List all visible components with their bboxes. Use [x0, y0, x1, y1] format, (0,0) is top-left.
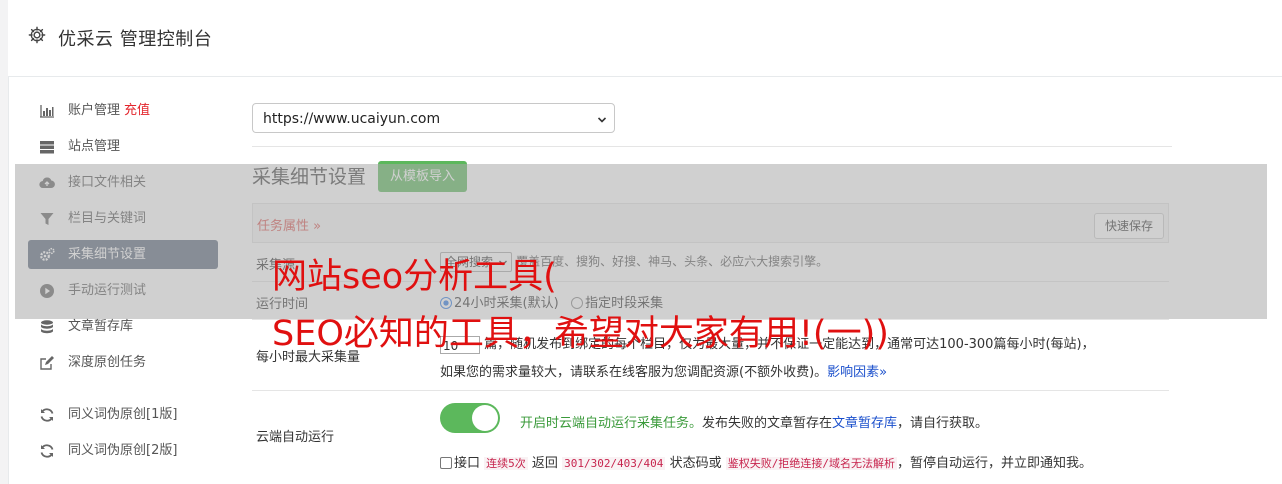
sidebar-item-account[interactable]: 账户管理 充值 [28, 96, 218, 125]
row-cloud-auto-run: 云端自动运行 开启时云端自动运行采集任务。发布失败的文章暂存在文章暂存库，请自行… [252, 390, 1169, 484]
sidebar-item-label: 站点管理 [68, 139, 121, 154]
pause-rule: 接口 连续5次 返回 301/302/403/404 状态码或 鉴权失败/拒绝连… [440, 452, 1092, 471]
section-title: 采集细节设置 [252, 166, 367, 188]
recharge-link[interactable]: 充值 [124, 103, 150, 118]
article-storage-link[interactable]: 文章暂存库 [832, 416, 897, 431]
import-template-button[interactable]: 从模板导入 [378, 161, 468, 192]
cloud-upload-icon [39, 177, 55, 189]
max-per-hour-desc2: 如果您的需求量较大，请联系在线客服为您调配资源(不额外收费)。 [440, 365, 828, 380]
text-notify: ，暂停自动运行，并立即通知我。 [896, 456, 1092, 471]
search-source-desc: 覆盖百度、搜狗、好搜、神马、头条、必应六大搜索引擎。 [516, 254, 829, 269]
sidebar-item-label: 同义词伪原创[2版] [68, 443, 178, 458]
site-select-value: https://www.ucaiyun.com [263, 111, 441, 127]
sidebar-item-label: 账户管理 [68, 103, 121, 118]
sidebar-item-label: 接口文件相关 [68, 175, 147, 190]
cloud-desc-2: ，请自行获取。 [897, 416, 989, 431]
sidebar-item-manual-run[interactable]: 手动运行测试 [28, 276, 218, 305]
gear-icon [28, 26, 46, 44]
cloud-auto-run-toggle[interactable] [440, 403, 500, 433]
pause-label: 接口 [454, 456, 481, 471]
pause-checkbox[interactable] [440, 457, 452, 469]
code-status: 301/302/403/404 [562, 457, 666, 470]
server-icon [40, 141, 54, 154]
quick-save-button[interactable]: 快速保存 [1093, 213, 1164, 239]
site-select[interactable]: https://www.ucaiyun.com [252, 103, 615, 133]
chevron-down-icon [598, 117, 606, 123]
database-icon [41, 320, 53, 334]
sidebar-item-synonym-v2[interactable]: 同义词伪原创[2版] [28, 436, 218, 465]
bar-chart-icon [40, 105, 54, 118]
text-status: 状态码或 [669, 456, 722, 471]
filter-icon [40, 213, 54, 225]
sidebar-item-deep-original[interactable]: 深度原创任务 [28, 348, 218, 377]
sidebar-item-label: 深度原创任务 [68, 355, 147, 370]
sidebar-item-article-storage[interactable]: 文章暂存库 [28, 312, 218, 341]
sidebar-item-collect-settings[interactable]: 采集细节设置 [28, 240, 218, 269]
sidebar-divider [28, 384, 218, 400]
code-auth-fail: 鉴权失败/拒绝连接/域名无法解析 [725, 457, 897, 470]
sidebar-item-columns-keywords[interactable]: 栏目与关键词 [28, 204, 218, 233]
sidebar-item-label: 栏目与关键词 [68, 211, 147, 226]
sidebar-item-interface-files[interactable]: 接口文件相关 [28, 168, 218, 197]
refresh-icon [40, 444, 54, 458]
text-return: 返回 [531, 456, 558, 471]
cloud-enabled-text: 开启时云端自动运行采集任务。 [520, 416, 703, 431]
sidebar-item-synonym-v1[interactable]: 同义词伪原创[1版] [28, 400, 218, 429]
toggle-knob [472, 405, 498, 431]
refresh-icon [40, 408, 54, 422]
row-label: 云端自动运行 [256, 430, 335, 445]
main-content: https://www.ucaiyun.com 采集细节设置 从模板导入 任务属… [252, 0, 1172, 484]
divider [252, 146, 1172, 147]
sidebar-item-label: 手动运行测试 [68, 283, 147, 298]
task-attributes-toggle[interactable]: 任务属性 » [257, 215, 321, 234]
sidebar-item-label: 同义词伪原创[1版] [68, 407, 178, 422]
sidebar: 账户管理充值 站点管理 接口文件相关 栏目与关键词 采集细节设置 手动运行测试 [28, 96, 218, 472]
overlay-title-line1: 网站seo分析工具( [272, 257, 557, 297]
gears-icon [40, 247, 55, 261]
sidebar-item-label: 采集细节设置 [68, 247, 147, 262]
code-consecutive: 连续5次 [484, 457, 528, 470]
sidebar-item-label: 文章暂存库 [68, 319, 134, 334]
overlay-title-line2: SEO必知的工具，希望对大家有用!(一)) [272, 314, 889, 354]
edit-icon [40, 356, 54, 370]
cloud-run-desc: 开启时云端自动运行采集任务。发布失败的文章暂存在文章暂存库，请自行获取。 [520, 412, 988, 431]
sidebar-item-sites[interactable]: 站点管理 [28, 132, 218, 161]
page-title: 优采云 管理控制台 [58, 29, 213, 50]
task-attributes-header: 任务属性 » 快速保存 [252, 203, 1169, 243]
play-circle-icon [40, 284, 54, 298]
influence-factors-link[interactable]: 影响因素» [827, 365, 887, 380]
cloud-desc-1: 发布失败的文章暂存在 [702, 416, 833, 431]
